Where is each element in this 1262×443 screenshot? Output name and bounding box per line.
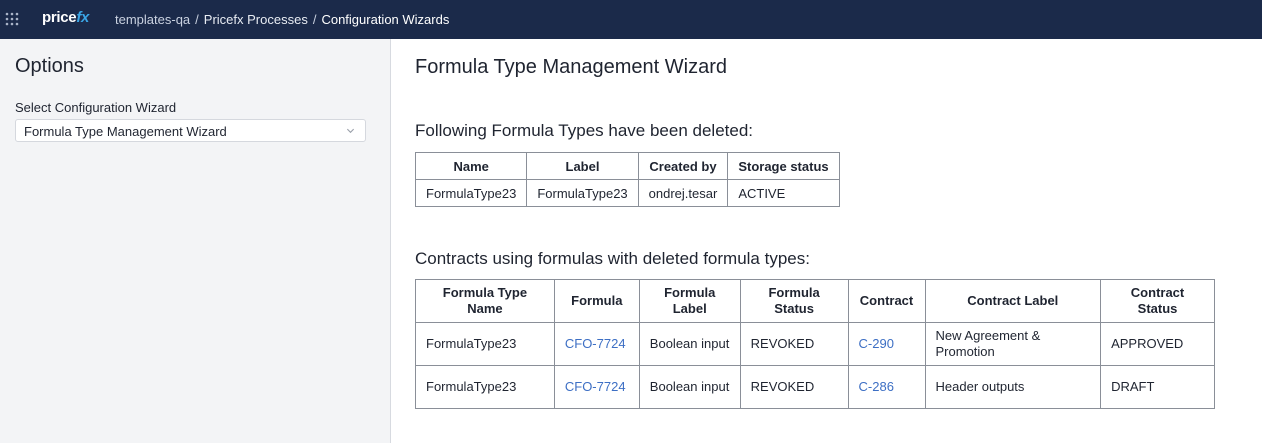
select-wizard-label: Select Configuration Wizard — [15, 100, 177, 115]
deleted-formula-types-heading: Following Formula Types have been delete… — [415, 121, 753, 140]
formula-link[interactable]: CFO-7724 — [565, 379, 626, 394]
column-header-contract-label: Contract Label — [924, 279, 1102, 323]
cell-contract: C-286 — [847, 365, 926, 409]
cell-formula-type-name: FormulaType23 — [415, 365, 555, 409]
column-header-name: Name — [414, 152, 528, 180]
options-sidebar: Options Select Configuration Wizard Form… — [0, 39, 391, 443]
breadcrumb: templates-qa / Pricefx Processes / Configura… — [115, 12, 449, 27]
breadcrumb-separator: / — [312, 12, 317, 27]
column-header-contract: Contract — [847, 279, 926, 323]
contracts-table: Formula Type Name Formula Formula Label … — [415, 279, 1215, 409]
formula-link[interactable]: CFO-7724 — [565, 336, 626, 351]
column-header-contract-status: Contract Status — [1100, 279, 1215, 323]
cell-contract-label: New Agreement & Promotion — [924, 322, 1102, 366]
column-header-formula-status: Formula Status — [739, 279, 849, 323]
cell-formula: CFO-7724 — [553, 365, 640, 409]
breadcrumb-item-partition[interactable]: templates-qa — [115, 12, 190, 27]
app-grid-icon[interactable] — [5, 12, 19, 26]
table-row: FormulaType23 FormulaType23 ondrej.tesar… — [414, 179, 840, 207]
sidebar-title: Options — [15, 55, 84, 77]
cell-created-by: ondrej.tesar — [637, 179, 729, 207]
wizard-select[interactable]: Formula Type Management Wizard — [15, 119, 366, 142]
cell-formula-label: Boolean input — [638, 322, 741, 366]
breadcrumb-item-current: Configuration Wizards — [321, 12, 450, 27]
contract-link[interactable]: C-290 — [859, 336, 894, 351]
table-row: FormulaType23 CFO-7724 Boolean input REV… — [415, 365, 1215, 409]
table-header-row: Formula Type Name Formula Formula Label … — [415, 279, 1215, 323]
logo-main: price — [42, 9, 77, 26]
cell-contract: C-290 — [847, 322, 926, 366]
column-header-formula: Formula — [553, 279, 640, 323]
column-header-created-by: Created by — [637, 152, 729, 180]
cell-formula-type-name: FormulaType23 — [415, 322, 555, 366]
page-title: Formula Type Management Wizard — [415, 56, 727, 78]
cell-label: FormulaType23 — [526, 179, 639, 207]
column-header-label: Label — [526, 152, 639, 180]
chevron-down-icon — [346, 128, 355, 134]
cell-formula-label: Boolean input — [638, 365, 741, 409]
cell-storage-status: ACTIVE — [727, 179, 840, 207]
main-content: Formula Type Management Wizard Following… — [392, 39, 1262, 443]
cell-formula-status: REVOKED — [739, 365, 849, 409]
cell-contract-label: Header outputs — [924, 365, 1102, 409]
table-row: FormulaType23 CFO-7724 Boolean input REV… — [415, 322, 1215, 366]
breadcrumb-separator: / — [195, 12, 199, 27]
contract-link[interactable]: C-286 — [859, 379, 894, 394]
table-header-row: Name Label Created by Storage status — [414, 152, 840, 180]
breadcrumb-item-processes[interactable]: Pricefx Processes — [204, 12, 308, 27]
cell-formula-status: REVOKED — [739, 322, 849, 366]
logo-accent: fx — [76, 9, 90, 26]
cell-contract-status: APPROVED — [1100, 322, 1215, 366]
contracts-heading: Contracts using formulas with deleted fo… — [415, 249, 810, 268]
cell-name: FormulaType23 — [414, 179, 528, 207]
wizard-select-value: Formula Type Management Wizard — [24, 124, 227, 139]
pricefx-logo[interactable]: pricefx — [42, 9, 89, 26]
deleted-formula-types-table: Name Label Created by Storage status For… — [414, 152, 840, 207]
top-bar: pricefx templates-qa / Pricefx Processes / C… — [0, 0, 1262, 39]
column-header-formula-type-name: Formula Type Name — [415, 279, 555, 323]
cell-contract-status: DRAFT — [1100, 365, 1215, 409]
column-header-formula-label: Formula Label — [638, 279, 741, 323]
column-header-storage-status: Storage status — [727, 152, 840, 180]
cell-formula: CFO-7724 — [553, 322, 640, 366]
